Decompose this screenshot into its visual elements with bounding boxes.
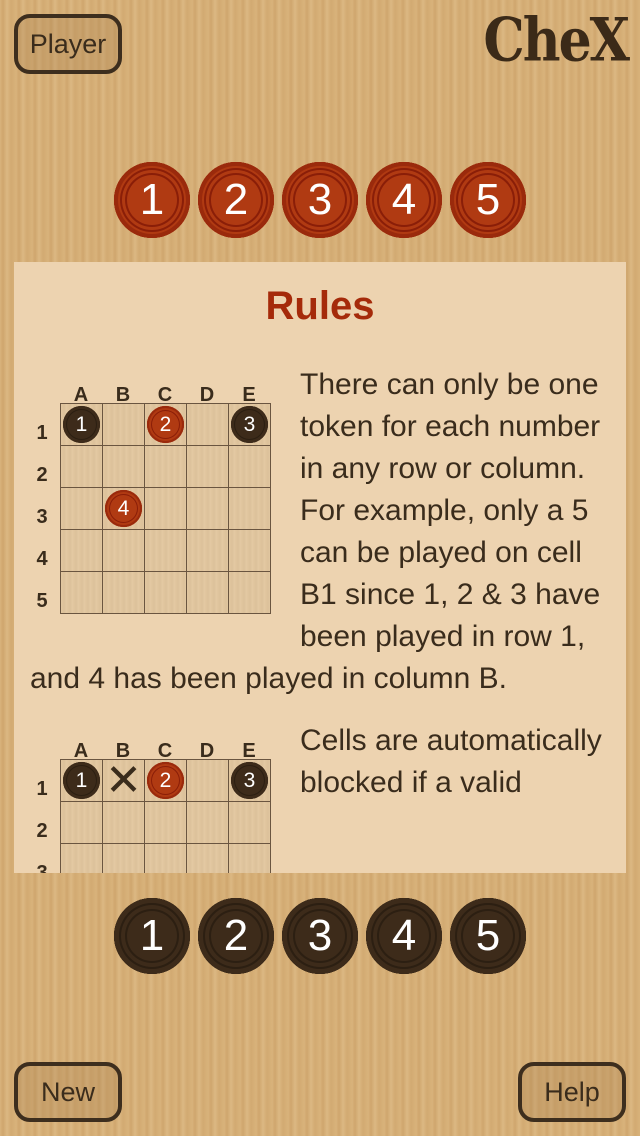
red-token-1[interactable]: 1	[114, 162, 190, 238]
board-cell	[145, 488, 187, 530]
board-cell	[61, 530, 103, 572]
red-token-2[interactable]: 2	[198, 162, 274, 238]
rules-title: Rules	[265, 284, 375, 328]
board-cell: 2	[145, 760, 187, 802]
board-cell: 1	[61, 404, 103, 446]
example-board: ABCDE123451234	[30, 364, 300, 626]
board-cell	[229, 572, 271, 614]
row-label: 1	[36, 778, 48, 800]
board-cell	[229, 488, 271, 530]
board-cell	[103, 844, 145, 873]
board-cell: 4	[103, 488, 145, 530]
board-cell	[145, 530, 187, 572]
board-cell	[103, 404, 145, 446]
board-cell	[187, 802, 229, 844]
board-cell	[145, 802, 187, 844]
rules-text: Cells are automatically blocked if a val…	[300, 724, 602, 799]
board-cell	[61, 488, 103, 530]
board-cell	[103, 530, 145, 572]
help-button[interactable]: Help	[518, 1062, 626, 1122]
blocked-cell-icon: ✕	[105, 755, 142, 805]
board-cell	[229, 530, 271, 572]
board-cell	[61, 802, 103, 844]
board-cell	[187, 530, 229, 572]
board-cell	[229, 802, 271, 844]
board-cell	[145, 446, 187, 488]
board-grid: 1 2 3 4	[60, 403, 271, 614]
board-cell	[229, 844, 271, 873]
rules-section: ABCDE123451✕23Cells are automatically bl…	[30, 720, 610, 873]
red-token-4[interactable]: 4	[366, 162, 442, 238]
board-cell	[61, 572, 103, 614]
row-label: 4	[36, 548, 48, 570]
red-token-3[interactable]: 3	[282, 162, 358, 238]
board-cell	[187, 760, 229, 802]
token: 1	[63, 762, 100, 799]
board-cell	[61, 844, 103, 873]
row-label: 5	[36, 590, 48, 612]
rules-section: A B C D E 1 2 3 4 5 1 2 3 4 There can only be one toke…	[30, 364, 610, 700]
player-token-row: 12345	[114, 162, 526, 238]
board-cell	[187, 844, 229, 873]
token: 1	[63, 406, 100, 443]
opponent-token-row: 12345	[114, 898, 526, 974]
board-cell	[145, 844, 187, 873]
row-label: 2	[36, 820, 48, 842]
row-label: 1	[36, 422, 48, 444]
chex-logo: CheX	[483, 5, 630, 76]
row-label: 3	[36, 506, 48, 528]
board-cell: 2	[145, 404, 187, 446]
board-cell	[187, 488, 229, 530]
player-button[interactable]: Player	[14, 14, 122, 74]
board-cell: 3	[229, 404, 271, 446]
dark-token-1[interactable]: 1	[114, 898, 190, 974]
new-game-button[interactable]: New	[14, 1062, 122, 1122]
row-label: 2	[36, 464, 48, 486]
dark-token-4[interactable]: 4	[366, 898, 442, 974]
dark-token-5[interactable]: 5	[450, 898, 526, 974]
token: 2	[147, 406, 184, 443]
board-cell	[145, 572, 187, 614]
dark-token-3[interactable]: 3	[282, 898, 358, 974]
rules-panel[interactable]: Rules A B C D E 1 2 3 4 5 1 2 3 4 There can only be on…	[14, 262, 626, 873]
board-cell	[61, 446, 103, 488]
dark-token-2[interactable]: 2	[198, 898, 274, 974]
board-cell	[187, 572, 229, 614]
token: 4	[105, 490, 142, 527]
board-cell	[229, 446, 271, 488]
board-cell	[187, 404, 229, 446]
token: 2	[147, 762, 184, 799]
board-cell: 1	[61, 760, 103, 802]
example-board: ABCDE123451✕23	[30, 720, 300, 873]
board-cell	[103, 572, 145, 614]
red-token-5[interactable]: 5	[450, 162, 526, 238]
board-cell: 3	[229, 760, 271, 802]
row-label: 3	[36, 862, 48, 873]
board-grid: 1 ✕ 2 3	[60, 755, 271, 873]
board-cell	[103, 802, 145, 844]
board-cell: ✕	[103, 755, 145, 805]
token: 3	[231, 762, 268, 799]
board-cell	[103, 446, 145, 488]
board-cell	[187, 446, 229, 488]
token: 3	[231, 406, 268, 443]
